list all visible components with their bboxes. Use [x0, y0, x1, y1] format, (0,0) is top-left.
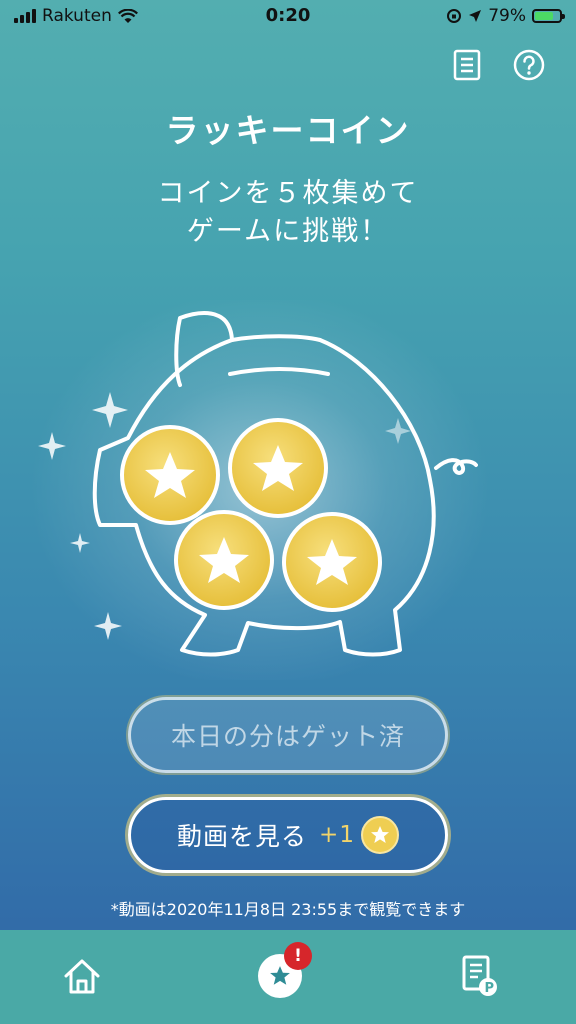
status-bar: Rakuten 0:20 79% [0, 0, 576, 34]
history-button[interactable] [450, 48, 484, 82]
piggy-bank-illustration [30, 300, 490, 680]
video-deadline-note: *動画は2020年11月8日 23:55まで観覧できます [110, 900, 466, 919]
tab-home[interactable] [54, 948, 110, 1004]
location-icon [469, 10, 482, 22]
already-got-button[interactable]: 本日の分はゲット済 [128, 697, 448, 773]
page-title: ラッキーコイン [165, 111, 411, 150]
rotation-lock-icon [447, 9, 462, 23]
battery-icon [532, 9, 565, 23]
page-subtitle: コインを５枚集めて ゲームに挑戦！ [0, 175, 576, 251]
question-icon [513, 49, 545, 81]
subtitle-line-2: ゲームに挑戦！ [186, 216, 390, 247]
watch-video-label: 動画を見る [177, 822, 308, 851]
notification-badge: ! [284, 942, 312, 970]
tab-points[interactable]: P [450, 948, 506, 1004]
home-icon [64, 959, 100, 994]
bonus-count: +1 [319, 822, 355, 848]
points-receipt-icon: P [462, 955, 497, 996]
already-got-label: 本日の分はゲット済 [170, 722, 405, 751]
help-button[interactable] [512, 48, 546, 82]
tab-bar: P [0, 930, 576, 1024]
battery-percent: 79% [488, 6, 526, 26]
svg-text:P: P [485, 981, 495, 996]
watch-video-button[interactable]: 動画を見る +1 [128, 797, 448, 873]
list-icon [453, 49, 481, 81]
subtitle-line-1: コインを５枚集めて [157, 178, 419, 209]
coin-icon [360, 816, 399, 854]
